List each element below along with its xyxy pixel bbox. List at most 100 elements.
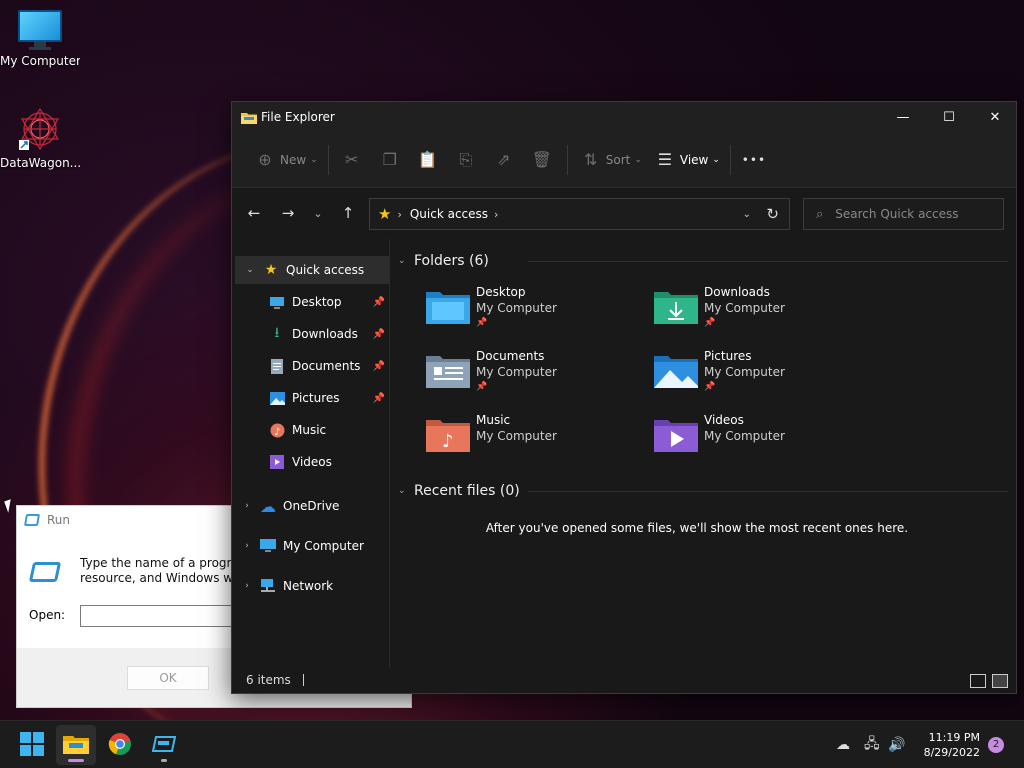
up-button[interactable]: ↑ (331, 204, 365, 222)
sort-button[interactable]: ⇅ Sort ⌄ (576, 144, 642, 176)
start-button[interactable] (12, 725, 52, 765)
arrow-right-icon: → (281, 204, 295, 222)
taskbar-chrome[interactable] (100, 725, 140, 765)
desktop-icon (268, 294, 286, 310)
sidebar-item-label: Quick access (286, 263, 365, 277)
folder-tile-documents[interactable]: Documents My Computer 📌 (426, 344, 654, 408)
sidebar-item-onedrive[interactable]: › ☁ OneDrive (232, 486, 389, 526)
folder-location: My Computer (704, 429, 785, 443)
command-bar: ⊕ New ⌄ ✂ ❐ 📋 ⎘ ⇗ 🗑 ⇅ Sort ⌄ ☰ View ⌄ ••… (232, 132, 1016, 188)
datawagon-shortcut-icon (17, 106, 63, 152)
chevron-right-icon[interactable]: › (235, 501, 259, 511)
pin-icon: 📌 (704, 382, 716, 392)
sidebar-item-desktop[interactable]: Desktop 📌 (232, 286, 389, 318)
pin-icon: 📌 (476, 318, 488, 328)
address-dropdown-icon[interactable]: ⌄ (743, 209, 751, 220)
sidebar-item-label: Network (283, 579, 334, 593)
forward-button[interactable]: → (271, 204, 305, 222)
tray-network[interactable]: 🖧 (864, 721, 880, 768)
search-input[interactable] (835, 207, 986, 221)
pin-icon: 📌 (372, 328, 385, 340)
delete-button[interactable]: 🗑 (527, 144, 557, 176)
search-box[interactable]: ⌕ (803, 198, 1004, 230)
copy-button[interactable]: ❐ (375, 144, 405, 176)
sidebar-item-downloads[interactable]: ⭳ Downloads 📌 (232, 318, 389, 350)
desktop-icon-my-computer[interactable]: My Computer (0, 10, 80, 68)
folder-tile-pictures[interactable]: Pictures My Computer 📌 (654, 344, 882, 408)
back-button[interactable]: ← (237, 204, 271, 222)
sidebar-item-network[interactable]: › Network (232, 566, 389, 606)
paste-button[interactable]: 📋 (413, 144, 443, 176)
chrome-icon (108, 732, 132, 759)
documents-folder-icon (426, 352, 470, 388)
folder-tile-music[interactable]: ♪ Music My Computer (426, 408, 654, 472)
clock[interactable]: 11:19 PM 8/29/2022 (910, 730, 980, 760)
chevron-down-icon[interactable]: ⌄ (238, 265, 262, 275)
new-button[interactable]: ⊕ New ⌄ (250, 144, 317, 176)
sidebar-item-quick-access[interactable]: ⌄ ★ Quick access (235, 256, 389, 284)
chevron-down-icon: ⌄ (634, 154, 642, 165)
active-indicator (68, 759, 84, 762)
folder-location: My Computer (476, 365, 557, 379)
documents-icon (268, 358, 286, 374)
notification-badge[interactable]: 2 (988, 737, 1004, 753)
divider (566, 144, 568, 175)
sidebar-item-videos[interactable]: Videos (232, 446, 389, 478)
search-icon: ⌕ (816, 206, 824, 222)
divider (327, 144, 329, 175)
sidebar-item-documents[interactable]: Documents 📌 (232, 350, 389, 382)
taskbar-file-explorer[interactable] (56, 725, 96, 765)
folder-name: Pictures (704, 349, 752, 363)
close-button[interactable]: ✕ (972, 102, 1018, 132)
cloud-offline-icon: ☁ (836, 737, 850, 753)
explorer-content: ⌄ ★ Quick access Desktop 📌 ⭳ Downloads 📌… (232, 239, 1016, 667)
tiles-view-icon[interactable] (992, 674, 1008, 688)
run-ok-button[interactable]: OK (127, 666, 209, 690)
tray-onedrive[interactable]: ☁ (836, 721, 850, 768)
sidebar-item-pictures[interactable]: Pictures 📌 (232, 382, 389, 414)
maximize-icon: ☐ (943, 109, 955, 125)
folder-location: My Computer (476, 301, 557, 315)
sidebar-item-label: OneDrive (283, 499, 340, 513)
folder-tile-videos[interactable]: Videos My Computer (654, 408, 882, 472)
cut-button[interactable]: ✂ (337, 144, 367, 176)
folder-icon (241, 111, 257, 124)
chevron-right-icon[interactable]: › (235, 541, 259, 551)
run-large-icon (28, 562, 62, 582)
share-button[interactable]: ⇗ (489, 144, 519, 176)
chevron-down-icon: ⌄ (313, 206, 323, 220)
folder-location: My Computer (704, 301, 785, 315)
tray-volume[interactable]: 🔊 (888, 721, 905, 768)
breadcrumb-quick-access[interactable]: Quick access (410, 207, 488, 221)
desktop-icon-datawagon[interactable]: DataWagon... (0, 106, 80, 170)
view-button[interactable]: ☰ View ⌄ (650, 144, 720, 176)
refresh-icon[interactable]: ↻ (766, 205, 779, 223)
chevron-right-icon[interactable]: › (235, 581, 259, 591)
chevron-right-icon[interactable]: › (494, 208, 498, 221)
maximize-button[interactable]: ☐ (926, 102, 972, 132)
main-pane: ⌄ Folders (6) Desktop My Computer 📌 Down… (390, 239, 1016, 667)
sidebar-item-my-computer[interactable]: › My Computer (232, 526, 389, 566)
folder-tile-downloads[interactable]: Downloads My Computer 📌 (654, 280, 882, 344)
explorer-titlebar[interactable]: File Explorer — ☐ ✕ (232, 102, 1016, 132)
details-view-icon[interactable] (970, 674, 986, 688)
run-open-label: Open: (29, 608, 66, 622)
recent-group-header[interactable]: ⌄ Recent files (0) (398, 476, 1016, 506)
more-options-button[interactable]: ••• (739, 144, 769, 176)
taskbar-run[interactable] (144, 725, 184, 765)
onedrive-icon: ☁ (260, 496, 276, 516)
taskbar: ☁ 🖧 🔊 11:19 PM 8/29/2022 2 (0, 720, 1024, 768)
folder-tile-desktop[interactable]: Desktop My Computer 📌 (426, 280, 654, 344)
minimize-button[interactable]: — (880, 102, 926, 132)
run-icon (23, 514, 41, 526)
sidebar-item-label: Desktop (292, 295, 342, 309)
recent-locations-button[interactable]: ⌄ (305, 207, 331, 220)
address-bar[interactable]: ★ › Quick access › ⌄ ↻ (369, 198, 790, 230)
desktop-folder-icon (426, 288, 470, 324)
folders-group-header[interactable]: ⌄ Folders (6) (398, 246, 1016, 276)
file-explorer-icon (63, 734, 89, 757)
rename-button[interactable]: ⎘ (451, 144, 481, 176)
star-icon: ★ (378, 205, 392, 223)
sidebar-item-music[interactable]: ♪ Music (232, 414, 389, 446)
svg-text:♪: ♪ (274, 427, 280, 438)
